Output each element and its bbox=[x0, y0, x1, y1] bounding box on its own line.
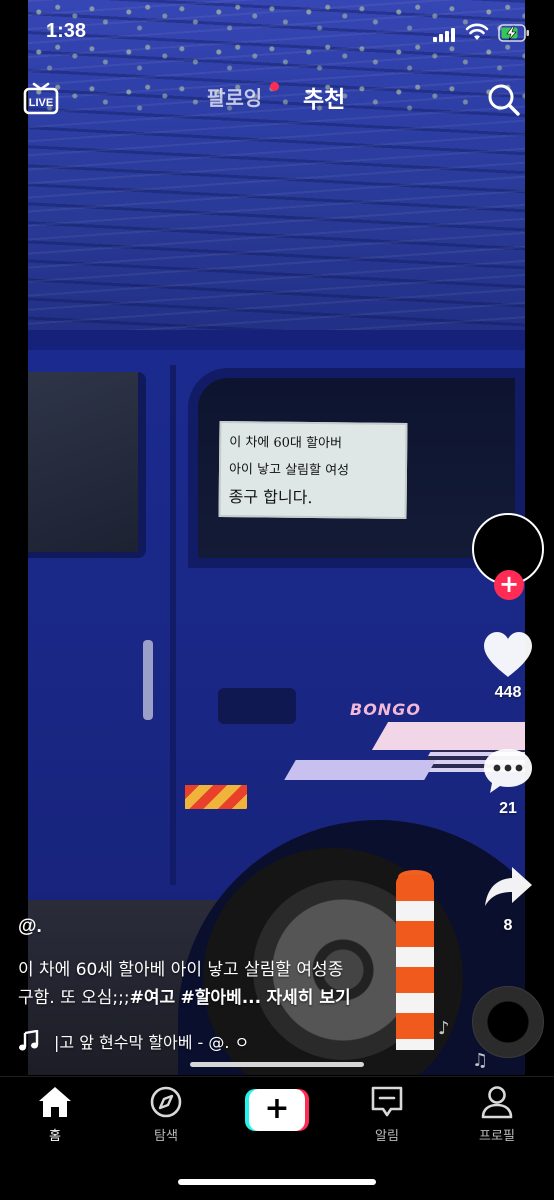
comment-button[interactable]: 21 bbox=[473, 746, 543, 818]
sign-line-1: 이 차에 60대 할아버 bbox=[229, 435, 343, 452]
follow-plus-button[interactable]: + bbox=[494, 570, 524, 600]
sign-line-3: 종구 합니다. bbox=[228, 487, 313, 507]
van-brand-badge: BONGO bbox=[350, 700, 421, 719]
van-reflector bbox=[185, 785, 247, 809]
wifi-icon bbox=[465, 23, 489, 40]
like-button[interactable]: 448 bbox=[473, 630, 543, 702]
home-indicator bbox=[178, 1179, 376, 1185]
see-more-link[interactable]: 자세히 보기 bbox=[267, 988, 351, 1008]
nav-profile[interactable]: 프로필 bbox=[457, 1085, 537, 1144]
music-note-icon bbox=[19, 1030, 39, 1051]
cellular-signal-icon bbox=[433, 26, 457, 42]
heart-icon bbox=[484, 632, 532, 677]
van-left-window bbox=[28, 372, 146, 558]
van-decal-stripe-lower bbox=[284, 760, 436, 780]
status-time: 1:38 bbox=[46, 20, 87, 42]
create-button[interactable]: + bbox=[245, 1089, 309, 1131]
nav-profile-label: 프로필 bbox=[479, 1129, 515, 1144]
person-icon bbox=[481, 1086, 513, 1119]
hashtag-link[interactable]: #여고 bbox=[130, 988, 176, 1008]
plus-icon: + bbox=[249, 1089, 305, 1131]
feed-tabs: 팔로잉 추천 bbox=[0, 80, 554, 114]
search-icon bbox=[488, 84, 520, 116]
sign-line-2: 아이 낳고 살림할 여성 bbox=[228, 462, 350, 479]
home-icon bbox=[39, 1087, 71, 1117]
like-count: 448 bbox=[494, 684, 522, 701]
nav-inbox[interactable]: 알림 bbox=[347, 1085, 427, 1144]
nav-inbox-label: 알림 bbox=[375, 1129, 399, 1144]
tab-following[interactable]: 팔로잉 bbox=[207, 82, 262, 111]
caption-line-1: 이 차에 60세 할아베 아이 낳고 살림할 여성종 bbox=[18, 960, 344, 980]
floating-music-note-icon: ♪ bbox=[438, 1018, 450, 1039]
caption-text: 구함. 또 오심;;; bbox=[18, 988, 130, 1008]
status-bar: 1:38 bbox=[0, 0, 554, 60]
inbox-icon bbox=[371, 1086, 403, 1117]
video-caption: 이 차에 60세 할아베 아이 낳고 살림할 여성종 구함. 또 오심;;;#여… bbox=[18, 956, 438, 1012]
nav-home-label: 홈 bbox=[49, 1129, 61, 1144]
author-name[interactable]: @. bbox=[18, 916, 42, 938]
van-door-handle bbox=[218, 688, 296, 724]
van-door-hinge bbox=[143, 640, 153, 720]
nav-discover[interactable]: 탐색 bbox=[126, 1085, 206, 1144]
handwritten-sign: 이 차에 60대 할아버 아이 낳고 살림할 여성 종구 합니다. bbox=[218, 421, 408, 519]
search-button[interactable] bbox=[484, 80, 522, 118]
comment-icon bbox=[484, 749, 532, 793]
nav-discover-label: 탐색 bbox=[154, 1129, 178, 1144]
sound-title: |고 앞 현수막 할아베 - @. ㅇ bbox=[54, 1033, 250, 1052]
comment-count: 21 bbox=[499, 800, 517, 817]
share-icon bbox=[485, 867, 532, 906]
hashtag-link[interactable]: #할아베... bbox=[181, 988, 262, 1008]
floating-music-note-icon: ♫ bbox=[472, 1050, 489, 1071]
following-notification-dot bbox=[270, 82, 279, 91]
video-player[interactable]: BONGO 이 차에 60대 할아버 아이 낳고 살림할 여성 종구 합니다. bbox=[28, 0, 525, 1075]
share-button[interactable]: 8 bbox=[473, 863, 543, 935]
music-disc[interactable] bbox=[472, 986, 544, 1058]
video-progress-bar[interactable] bbox=[190, 1062, 364, 1067]
nav-home[interactable]: 홈 bbox=[15, 1085, 95, 1144]
van-door-seam bbox=[170, 365, 176, 885]
battery-charging-icon bbox=[498, 24, 529, 42]
tiktok-feed-screen: BONGO 이 차에 60대 할아버 아이 낳고 살림할 여성 종구 합니다. … bbox=[0, 0, 554, 1200]
tab-recommend[interactable]: 추천 bbox=[303, 80, 345, 114]
caption-line-2: 구함. 또 오심;;;#여고 #할아베... 자세히 보기 bbox=[18, 984, 438, 1012]
compass-icon bbox=[150, 1086, 182, 1118]
sound-row[interactable]: |고 앞 현수막 할아베 - @. ㅇ bbox=[18, 1028, 438, 1054]
share-count: 8 bbox=[503, 917, 513, 934]
